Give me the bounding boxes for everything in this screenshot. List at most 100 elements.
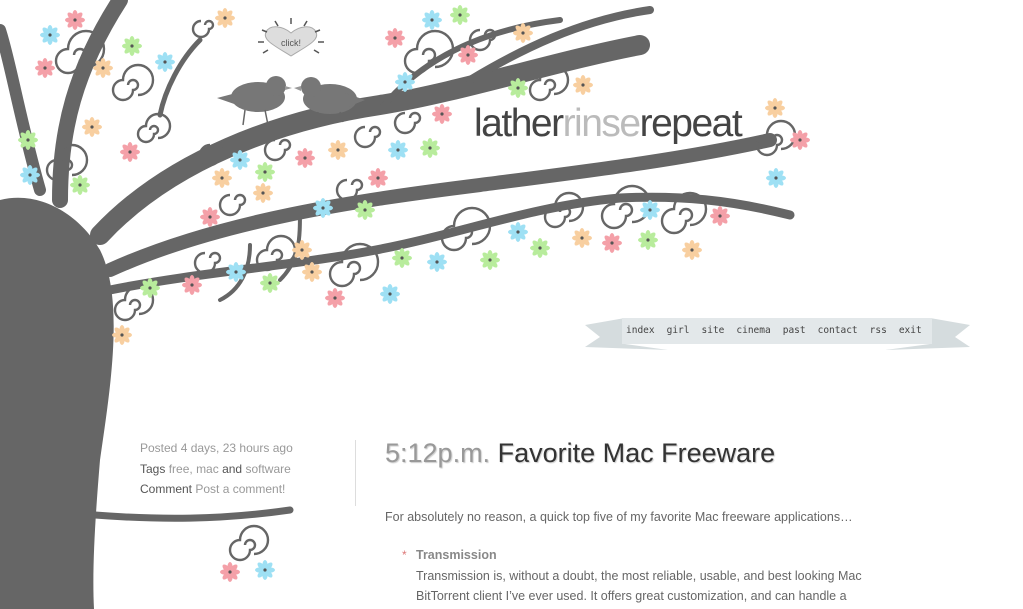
flower-icon (790, 130, 810, 150)
flower-icon (385, 28, 405, 48)
flower-icon (215, 8, 235, 28)
flower-icon (766, 168, 786, 188)
item-name[interactable]: Transmission (416, 545, 896, 566)
flower-icon (70, 175, 90, 195)
tree-trunk (0, 197, 114, 609)
flower-icon (388, 140, 408, 160)
list-item: * Transmission Transmission is, without … (402, 545, 896, 607)
flower-icon (182, 275, 202, 295)
nav-link-exit[interactable]: exit (893, 325, 928, 336)
swirl (111, 63, 155, 102)
flower-icon (572, 228, 592, 248)
flower-icon (710, 206, 730, 226)
flower-icon (422, 10, 442, 30)
nav-link-cinema[interactable]: cinema (730, 325, 776, 336)
flower-icon (458, 45, 478, 65)
item-description-line: BitTorrent client I’ve ever used. It off… (416, 589, 847, 603)
site-logo[interactable]: latherrinserepeat (474, 102, 743, 146)
tags-line: Tags free, mac and software (140, 461, 291, 476)
flower-icon (230, 150, 250, 170)
flower-icon (508, 222, 528, 242)
flower-icon (140, 278, 160, 298)
flower-icon (18, 130, 38, 150)
swirl (600, 184, 652, 230)
flower-icon (255, 162, 275, 182)
nav-link-index[interactable]: index (620, 325, 661, 336)
flower-icon (682, 240, 702, 260)
tag-link-software[interactable]: software (245, 462, 290, 476)
flower-icon (765, 98, 785, 118)
logo-part-rinse: rinse (562, 102, 642, 145)
swirl (191, 19, 215, 39)
comment-label: Comment (140, 482, 193, 496)
post-title[interactable]: 5:12p.m. Favorite Mac Freeware (385, 438, 775, 469)
flower-icon (155, 52, 175, 72)
branch-left-top (0, 24, 46, 196)
flower-icon (392, 248, 412, 268)
posted-value: 4 days, 23 hours ago (180, 441, 293, 455)
tags-label: Tags (140, 461, 166, 476)
flower-icon (368, 168, 388, 188)
click-heart-button[interactable]: click! (266, 30, 316, 56)
post-title-text: Favorite Mac Freeware (497, 438, 776, 468)
nav-link-rss[interactable]: rss (864, 325, 893, 336)
flower-icon (200, 207, 220, 227)
flower-icon (602, 233, 622, 253)
flower-icon (432, 104, 452, 124)
post-meta: Posted 4 days, 23 hours ago Tags free, m… (140, 438, 340, 500)
tag-link-mac[interactable]: mac (196, 462, 219, 476)
flower-icon (260, 273, 280, 293)
flower-icon (112, 325, 132, 345)
swirl (228, 524, 270, 562)
post-time: 5:12p.m. (385, 438, 491, 468)
branch-small-bottom (91, 506, 294, 522)
item-description-line: Transmission is, without a doubt, the mo… (416, 568, 862, 583)
posted-label: Posted (140, 441, 178, 455)
flower-icon (480, 250, 500, 270)
flower-icon (65, 10, 85, 30)
list-bullet: * (402, 548, 407, 562)
flower-icon (573, 75, 593, 95)
flower-icon (325, 288, 345, 308)
swirl (136, 112, 172, 144)
flower-icon (380, 284, 400, 304)
post-intro: For absolutely no reason, a quick top fi… (385, 510, 853, 524)
nav-link-girl[interactable]: girl (661, 325, 696, 336)
flower-icon (328, 140, 348, 160)
swirl (218, 193, 247, 217)
flower-icon (20, 165, 40, 185)
logo-part-lather: lather (474, 102, 564, 145)
flower-icon (530, 238, 550, 258)
flower-icon (638, 230, 658, 250)
flower-icon (35, 58, 55, 78)
flower-icon (295, 148, 315, 168)
meta-divider (355, 440, 356, 506)
flower-icon (255, 560, 275, 580)
post-comment-link[interactable]: Post a comment! (195, 482, 285, 496)
flower-icon (420, 138, 440, 158)
flower-icon (513, 23, 533, 43)
flower-icon (93, 58, 113, 78)
flower-icon (82, 117, 102, 137)
flower-icon (508, 78, 528, 98)
main-nav: index girl site cinema past contact rss … (620, 318, 928, 342)
tag-link-free[interactable]: free (169, 462, 190, 476)
flower-icon (226, 262, 246, 282)
flower-icon (122, 36, 142, 56)
nav-link-contact[interactable]: contact (812, 325, 864, 336)
nav-link-site[interactable]: site (696, 325, 731, 336)
flower-icon (220, 562, 240, 582)
comment-line: Comment Post a comment! (140, 479, 340, 500)
flower-icon (40, 25, 60, 45)
swirl (353, 125, 382, 149)
posted-line: Posted 4 days, 23 hours ago (140, 438, 340, 459)
nav-link-past[interactable]: past (777, 325, 812, 336)
swirl (393, 111, 422, 135)
tags-and: and (222, 461, 243, 476)
flower-icon (212, 168, 232, 188)
flower-icon (313, 198, 333, 218)
flower-icon (292, 240, 312, 260)
flower-icon (302, 262, 322, 282)
logo-part-repeat: repeat (639, 102, 743, 145)
flower-icon (355, 200, 375, 220)
